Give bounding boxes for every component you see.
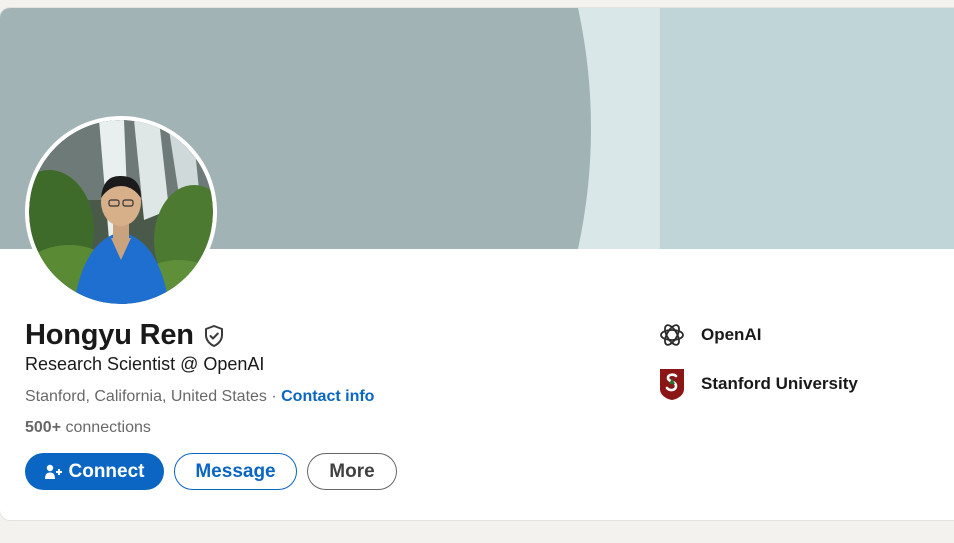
message-button[interactable]: Message xyxy=(174,453,297,490)
experience-item-stanford[interactable]: Stanford University xyxy=(658,367,858,401)
stanford-logo-icon xyxy=(660,369,684,400)
experience-stanford-label: Stanford University xyxy=(701,374,858,393)
avatar-photo xyxy=(29,120,213,304)
location-row: Stanford, California, United States · Co… xyxy=(25,388,374,406)
profile-avatar[interactable] xyxy=(25,116,217,308)
experience-item-openai[interactable]: OpenAI xyxy=(658,321,761,349)
verified-shield-icon[interactable] xyxy=(202,324,226,348)
contact-info-link[interactable]: Contact info xyxy=(281,388,374,405)
experience-openai-label: OpenAI xyxy=(701,325,762,344)
more-button[interactable]: More xyxy=(307,453,397,490)
profile-actions: Connect Message More xyxy=(25,453,397,490)
connect-label: Connect xyxy=(68,460,145,482)
profile-location: Stanford, California, United States xyxy=(25,388,267,405)
connections-label: connections xyxy=(61,419,151,436)
add-person-icon xyxy=(44,464,62,479)
connections-number: 500+ xyxy=(25,419,62,436)
profile-card: Hongyu Ren Research Scientist @ OpenAI S… xyxy=(0,8,954,520)
profile-name: Hongyu Ren xyxy=(25,319,194,351)
connect-button[interactable]: Connect xyxy=(25,453,164,490)
name-row: Hongyu Ren xyxy=(25,319,226,352)
connections-count[interactable]: 500+ connections xyxy=(25,419,151,437)
location-separator: · xyxy=(266,388,282,405)
openai-logo-icon xyxy=(660,324,684,346)
page-background-strip xyxy=(0,525,954,543)
profile-headline: Research Scientist @ OpenAI xyxy=(25,354,265,374)
